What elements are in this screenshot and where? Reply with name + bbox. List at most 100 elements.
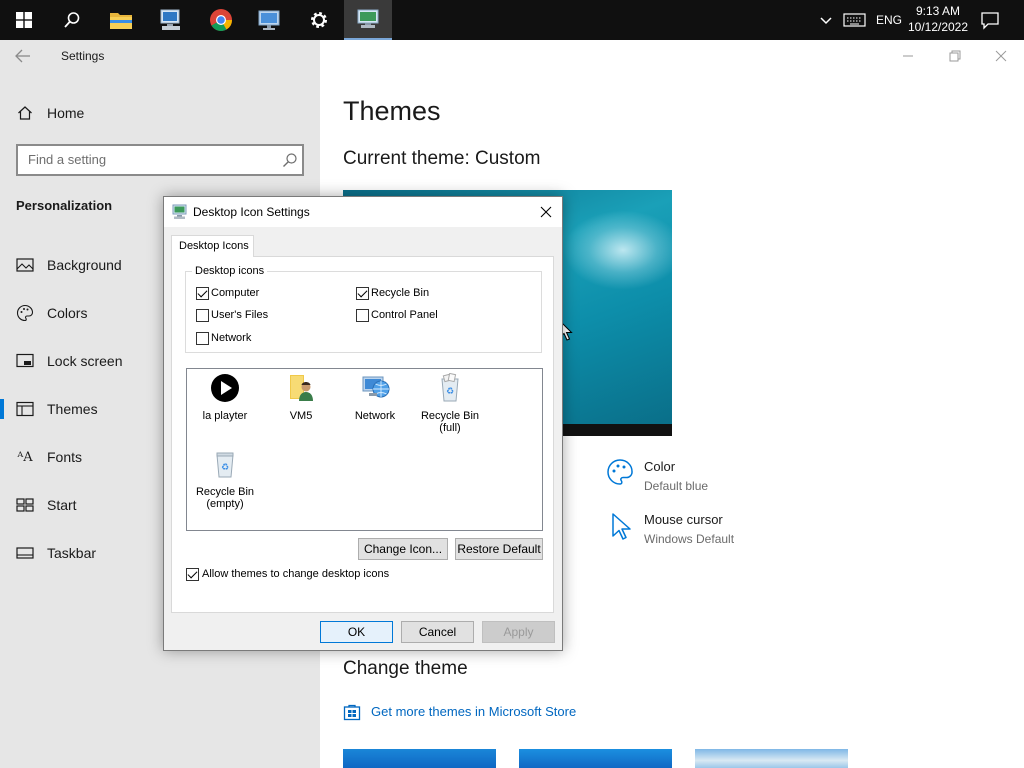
checkbox-control-panel-label[interactable]: Control Panel [371,309,438,321]
dialog-titlebar[interactable]: Desktop Icon Settings [164,197,562,227]
tab-desktop-icons[interactable]: Desktop Icons [171,235,254,257]
settings-window-title: Settings [61,49,105,63]
desktop-icon-settings-dialog: Desktop Icon Settings Desktop Icons Desk… [163,196,563,651]
desktop-icon-settings-taskbar-button[interactable] [344,0,392,40]
color-label[interactable]: Color [644,459,675,474]
notification-icon [981,12,999,30]
checkbox-control-panel[interactable] [356,309,369,322]
ok-button[interactable]: OK [320,621,393,643]
settings-search-input[interactable]: Find a setting [16,144,304,176]
checkbox-computer[interactable] [196,287,209,300]
action-center-button[interactable] [980,10,1002,30]
desktop-icon-settings-icon [357,9,379,28]
checkbox-network-label[interactable]: Network [211,332,251,344]
change-theme-heading: Change theme [343,658,468,679]
theme-thumbnail[interactable] [343,749,496,768]
search-icon [64,12,80,28]
section-title: Personalization [16,198,113,213]
store-link[interactable]: Get more themes in Microsoft Store [371,704,576,719]
close-button[interactable] [993,48,1017,64]
theme-thumbnail[interactable] [695,749,848,768]
checkbox-computer-label[interactable]: Computer [211,287,259,299]
close-icon [540,206,552,218]
taskbar-icon [16,544,34,562]
cursor-value: Windows Default [644,532,735,546]
minimize-button[interactable] [900,48,924,64]
cursor-icon [612,513,631,540]
icon-label: VM5 [289,410,313,422]
list-item[interactable]: VM5 [263,373,339,422]
settings-button[interactable] [295,0,343,40]
palette-icon [16,304,34,322]
checkbox-users-files[interactable] [196,309,209,322]
palette-icon [607,459,633,485]
theme-thumbnail[interactable] [519,749,672,768]
mouse-cursor-setting[interactable] [610,512,634,542]
icon-label: Network [354,410,396,422]
checkbox-network[interactable] [196,332,209,345]
allow-themes-label[interactable]: Allow themes to change desktop icons [202,568,389,580]
chrome-button[interactable] [197,0,245,40]
gear-icon [311,12,327,28]
page-title: Themes [343,96,441,126]
start-icon [16,496,34,514]
maximize-button[interactable] [947,48,971,64]
file-explorer-button[interactable] [97,0,145,40]
nav-label: Lock screen [47,353,123,369]
chevron-up-icon [820,17,832,25]
computer-icon [160,9,180,30]
list-item[interactable]: ♻ Recycle Bin (full) [412,372,488,434]
chrome-icon [210,9,232,31]
list-item[interactable]: ♻ Recycle Bin (empty) [187,449,263,510]
fonts-icon: ᴬA [17,449,33,465]
tab-label: Desktop Icons [179,240,249,252]
start-button[interactable] [0,0,48,40]
back-button[interactable] [14,48,34,66]
desktop-icon-settings-icon [172,204,187,219]
search-placeholder: Find a setting [28,152,107,167]
list-item[interactable]: la playter [187,373,263,422]
arrow-left-icon [15,49,30,63]
dialog-close-button[interactable] [532,201,560,223]
recycle-bin-empty-icon: ♻ [216,452,234,478]
nav-label: Colors [47,305,88,321]
dialog-title: Desktop Icon Settings [193,205,310,219]
network-icon [362,376,390,398]
search-button[interactable] [48,0,96,40]
selected-indicator [0,399,4,419]
apply-button[interactable]: Apply [482,621,555,643]
color-value: Default blue [644,479,709,493]
svg-text:♻: ♻ [446,387,454,397]
clock-time: 9:13 AM [915,4,961,18]
checkbox-recycle-bin-label[interactable]: Recycle Bin [371,287,429,299]
tab-panel: Desktop icons Computer Recycle Bin User'… [171,256,554,613]
icon-list[interactable]: la playter VM5 Network ♻ Recycle Bin (fu… [186,368,543,531]
network-app-button[interactable] [246,0,294,40]
list-item[interactable]: Network [337,373,413,422]
restore-icon [949,50,961,62]
nav-home[interactable]: Home [0,93,320,133]
input-language[interactable]: ENG [876,13,902,27]
change-icon-button[interactable]: Change Icon... [358,538,448,560]
cancel-button[interactable]: Cancel [401,621,474,643]
checkbox-allow-themes[interactable] [186,568,199,581]
nav-home-label: Home [47,105,85,121]
store-icon [343,703,363,723]
clock[interactable]: 9:13 AM 10/12/2022 [904,3,972,36]
checkbox-users-files-label[interactable]: User's Files [211,309,268,321]
show-hidden-icons-button[interactable] [818,12,834,28]
clock-date: 10/12/2022 [907,20,969,34]
restore-default-button[interactable]: Restore Default [455,538,543,560]
lock-screen-icon [16,352,34,370]
touch-keyboard-button[interactable] [843,12,867,28]
keyboard-icon [843,13,866,27]
remote-desktop-button[interactable] [147,0,195,40]
windows-logo-icon [16,12,32,28]
color-setting[interactable] [606,458,634,486]
nav-label: Taskbar [47,545,97,561]
icon-label: la playter [202,410,248,422]
close-icon [995,50,1007,62]
cursor-label[interactable]: Mouse cursor [644,512,723,527]
checkbox-recycle-bin[interactable] [356,287,369,300]
folder-icon [110,13,132,29]
